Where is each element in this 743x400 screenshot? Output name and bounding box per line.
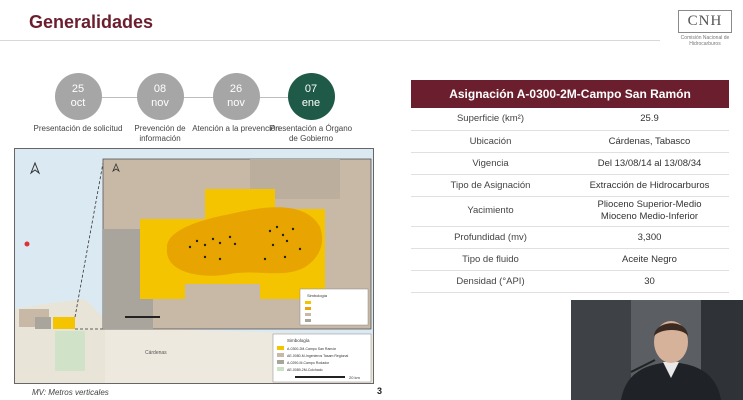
map-marker bbox=[24, 241, 30, 247]
legend-item-4: AE-0089-2M-Colchado bbox=[287, 368, 323, 372]
row-value: Extracción de Hidrocarburos bbox=[570, 174, 729, 197]
logo-subtitle: Comisión Nacional de Hidrocarburos bbox=[680, 35, 730, 47]
row-value: Cárdenas, Tabasco bbox=[570, 130, 729, 153]
timeline-date-circle: 26 nov bbox=[212, 73, 260, 120]
timeline-day: 07 bbox=[304, 82, 318, 95]
table-row: Tipo de Asignación Extracción de Hidroca… bbox=[411, 174, 729, 197]
row-value: Plioceno Superior-Medio Mioceno Medio-In… bbox=[570, 196, 729, 227]
map-mini-area-b bbox=[35, 317, 51, 329]
legend-item-3: A-0290-M-Campo Rodador bbox=[287, 361, 330, 365]
timeline-month: nov bbox=[227, 96, 245, 109]
row-value: 3,300 bbox=[570, 226, 729, 249]
table-row: Tipo de fluido Aceite Negro bbox=[411, 248, 729, 271]
timeline-month: ene bbox=[301, 96, 321, 109]
timeline-label: Presentación de solicitud bbox=[33, 124, 123, 133]
main-legend-title: Simbología bbox=[287, 338, 310, 343]
timeline-day: 08 bbox=[153, 82, 167, 95]
table-title: Asignación A-0300-2M-Campo San Ramón bbox=[411, 80, 729, 108]
legend-item-1: A-0300-2M-Campo San Ramón bbox=[287, 347, 336, 351]
table-row: Vigencia Del 13/08/14 al 13/08/34 bbox=[411, 152, 729, 175]
map-place-label: Cárdenas bbox=[145, 350, 167, 356]
timeline-date-circle: 08 nov bbox=[136, 73, 184, 120]
row-value: 30 bbox=[570, 270, 729, 293]
table-row: Superficie (km²) 25.9 bbox=[411, 108, 729, 131]
row-value: 25.9 bbox=[570, 108, 729, 131]
row-label: Yacimiento bbox=[411, 196, 570, 227]
table-row: Densidad (°API) 30 bbox=[411, 270, 729, 293]
logo-text: CNH bbox=[678, 10, 732, 33]
timeline-day: 25 bbox=[71, 82, 85, 95]
row-value: Aceite Negro bbox=[570, 248, 729, 271]
timeline-month: oct bbox=[70, 96, 86, 109]
timeline-step-1: 25 oct Presentación de solicitud bbox=[33, 73, 123, 134]
table-row: Profundidad (mv) 3,300 bbox=[411, 226, 729, 249]
map-mini-assignment bbox=[53, 317, 75, 329]
speaker-image bbox=[571, 300, 743, 400]
footnote: MV: Metros verticales bbox=[32, 388, 109, 397]
location-map: Simbología Simbología A-0300-2M-Campo Sa… bbox=[14, 148, 374, 384]
row-value: Del 13/08/14 al 13/08/34 bbox=[570, 152, 729, 175]
assignment-info-table: Asignación A-0300-2M-Campo San Ramón Sup… bbox=[411, 80, 729, 293]
timeline-day: 26 bbox=[229, 82, 243, 95]
row-label: Densidad (°API) bbox=[411, 270, 570, 293]
timeline-step-4: 07 ene Presentación a Órgano de Gobierno bbox=[266, 73, 356, 143]
title-divider bbox=[0, 40, 660, 41]
speaker-video-feed bbox=[571, 300, 743, 400]
timeline-date-circle: 25 oct bbox=[54, 73, 102, 120]
table-row: Ubicación Cárdenas, Tabasco bbox=[411, 130, 729, 153]
row-label: Vigencia bbox=[411, 152, 570, 175]
timeline-label: Presentación a Órgano de Gobierno bbox=[269, 124, 353, 143]
slide-title: Generalidades bbox=[29, 12, 154, 32]
scale-label: 20 km bbox=[349, 375, 361, 380]
timeline-month: nov bbox=[151, 96, 169, 109]
map-mini-area-green bbox=[55, 331, 85, 371]
map-graphic: Simbología Simbología A-0300-2M-Campo Sa… bbox=[15, 149, 373, 383]
row-label: Tipo de Asignación bbox=[411, 174, 570, 197]
row-label: Superficie (km²) bbox=[411, 108, 570, 131]
row-label: Tipo de fluido bbox=[411, 248, 570, 271]
inset-legend-title: Simbología bbox=[307, 293, 328, 298]
table-header-row: Asignación A-0300-2M-Campo San Ramón bbox=[411, 80, 729, 108]
table-row: Yacimiento Plioceno Superior-Medio Mioce… bbox=[411, 196, 729, 227]
timeline-date-circle: 07 ene bbox=[287, 73, 335, 120]
legend-item-2: AE-0080-M-Ingenieros Tasam Regional bbox=[287, 354, 348, 358]
page-number: 3 bbox=[377, 386, 383, 396]
row-label: Profundidad (mv) bbox=[411, 226, 570, 249]
row-label: Ubicación bbox=[411, 130, 570, 153]
cnh-logo: CNH Comisión Nacional de Hidrocarburos bbox=[678, 10, 732, 47]
